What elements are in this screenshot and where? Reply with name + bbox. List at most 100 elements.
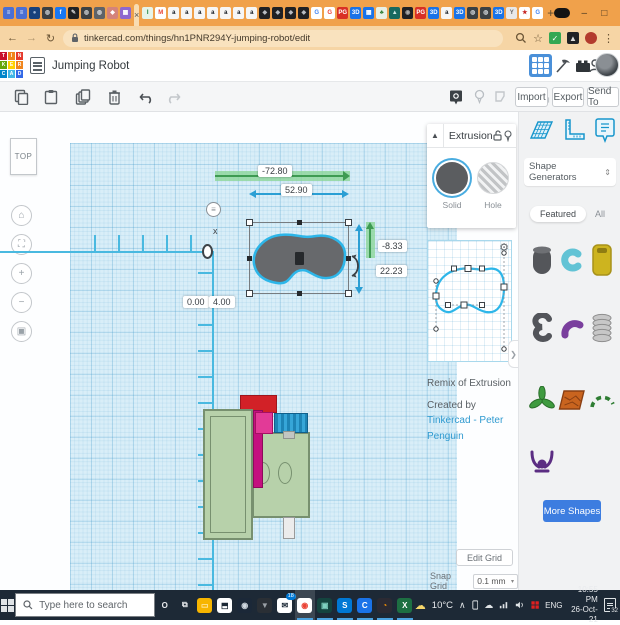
new-tab-button[interactable]: + bbox=[547, 5, 554, 21]
browser-tab[interactable]: ▦ bbox=[120, 7, 131, 19]
taskbar-app-icon[interactable]: O bbox=[155, 590, 175, 620]
home-view-button[interactable]: ⌂ bbox=[11, 205, 32, 226]
taskbar-app-icon[interactable]: ⬒ bbox=[215, 590, 235, 620]
temperature[interactable]: 10°C bbox=[432, 600, 453, 611]
shape-c-tube[interactable] bbox=[557, 240, 587, 280]
browser-tab[interactable]: ♣ bbox=[376, 7, 387, 19]
robot-knob-pink[interactable] bbox=[255, 412, 273, 434]
browser-tab[interactable]: G bbox=[311, 7, 322, 19]
browser-tab[interactable]: ≡ bbox=[3, 7, 14, 19]
browser-tab[interactable]: a bbox=[194, 7, 205, 19]
dimension-value-h-blue[interactable]: 52.90 bbox=[281, 184, 312, 196]
tab-featured[interactable]: Featured bbox=[530, 206, 586, 222]
zoom-out-button[interactable]: − bbox=[11, 292, 32, 313]
robot-connector[interactable] bbox=[283, 431, 295, 439]
browser-tab[interactable]: ◆ bbox=[259, 7, 270, 19]
minimize-button[interactable]: – bbox=[578, 8, 590, 19]
taskbar-app-icon[interactable]: ◉ bbox=[235, 590, 255, 620]
taskbar-app-icon[interactable]: ◔ bbox=[375, 590, 395, 620]
taskbar-app-icon[interactable]: C bbox=[355, 590, 375, 620]
scale-handle-edge[interactable] bbox=[297, 291, 302, 296]
taskbar-search[interactable]: Type here to search bbox=[15, 593, 155, 617]
workplane-tool-icon[interactable] bbox=[526, 115, 556, 145]
browser-tab[interactable]: PG bbox=[337, 7, 348, 19]
robot-gear-blue[interactable] bbox=[274, 413, 308, 433]
scale-handle-corner[interactable] bbox=[246, 290, 253, 297]
browser-tab[interactable]: ◍ bbox=[94, 7, 105, 19]
phone-icon[interactable] bbox=[472, 599, 479, 611]
shape-terrain-tile[interactable] bbox=[557, 380, 587, 420]
edit-grid-button[interactable]: Edit Grid bbox=[456, 549, 513, 566]
shape-dashed-arc[interactable] bbox=[587, 380, 617, 420]
dimension-value-h-green[interactable]: -72.80 bbox=[258, 165, 292, 177]
ruler-tool-icon[interactable] bbox=[558, 115, 588, 145]
view-cube[interactable]: TOP bbox=[10, 138, 37, 175]
hide-bulb-icon[interactable] bbox=[504, 130, 516, 142]
scale-handle-corner[interactable] bbox=[345, 219, 352, 226]
user-avatar[interactable] bbox=[595, 53, 619, 77]
scale-handle-corner[interactable] bbox=[345, 290, 352, 297]
blocks-pickaxe-icon[interactable] bbox=[552, 54, 574, 77]
tab-all[interactable]: All bbox=[590, 206, 610, 222]
scale-handle-edge[interactable] bbox=[247, 256, 252, 261]
browser-tab[interactable]: ● bbox=[29, 7, 40, 19]
shape-spring-stack[interactable] bbox=[587, 308, 617, 348]
browser-tab[interactable]: 3D bbox=[350, 7, 361, 19]
browser-tab[interactable]: ≡ bbox=[16, 7, 27, 19]
browser-tab[interactable]: PG bbox=[415, 7, 426, 19]
browser-tab[interactable]: Y bbox=[506, 7, 517, 19]
shape-extrusion-cylinder[interactable] bbox=[527, 240, 557, 280]
taskbar-app-icon[interactable]: ⧉ bbox=[175, 590, 195, 620]
shape-double-coil[interactable] bbox=[527, 308, 557, 348]
browser-tab[interactable]: G bbox=[532, 7, 543, 19]
hole-swatch[interactable] bbox=[477, 162, 509, 194]
show-all-bulb-icon[interactable] bbox=[470, 88, 488, 106]
scale-handle-edge[interactable] bbox=[297, 220, 302, 225]
profile-avatar-icon[interactable] bbox=[585, 32, 597, 44]
duplicate-icon[interactable] bbox=[74, 88, 92, 106]
language-indicator[interactable]: ENG bbox=[545, 601, 562, 610]
ruler-menu-icon[interactable]: ≡ bbox=[206, 202, 221, 217]
browser-tab[interactable]: ◆ bbox=[107, 7, 118, 19]
export-button[interactable]: Export bbox=[552, 87, 584, 107]
reload-icon[interactable]: ↻ bbox=[44, 32, 57, 45]
undo-icon[interactable] bbox=[138, 88, 156, 106]
zoom-icon[interactable] bbox=[515, 32, 527, 44]
selected-shape-bounds[interactable] bbox=[249, 222, 349, 294]
taskbar-app-icon[interactable]: ▼ bbox=[255, 590, 275, 620]
lock-open-icon[interactable] bbox=[493, 130, 505, 141]
browser-tab[interactable]: a bbox=[233, 7, 244, 19]
snap-grid-dropdown[interactable]: 0.1 mm▾ bbox=[473, 574, 518, 589]
extension-green-icon[interactable]: ✓ bbox=[549, 32, 561, 44]
menu-dots-icon[interactable]: ⋮ bbox=[603, 32, 614, 45]
browser-tab[interactable]: f bbox=[55, 7, 66, 19]
design-title[interactable]: Jumping Robot bbox=[52, 60, 129, 72]
move-handle[interactable] bbox=[295, 252, 304, 265]
notes-pin-icon[interactable] bbox=[447, 88, 465, 106]
sidebar-collapse-handle[interactable]: ❯ bbox=[508, 340, 518, 368]
perspective-toggle-button[interactable]: ▣ bbox=[11, 321, 32, 342]
speaker-icon[interactable] bbox=[515, 600, 525, 610]
browser-tab[interactable]: ◍ bbox=[467, 7, 478, 19]
design-canvas[interactable]: TOP ⌂ ⛶ + − ▣ ≡ x 0.00 4.00 -72.80 52.90… bbox=[0, 112, 518, 590]
curve-settings-gear-icon[interactable]: ⚙ bbox=[499, 241, 509, 254]
action-center-icon[interactable]: 32 bbox=[604, 598, 616, 612]
robot-peg-white[interactable] bbox=[283, 517, 295, 539]
solid-swatch[interactable] bbox=[436, 162, 468, 194]
tab-close-icon[interactable]: × bbox=[134, 10, 139, 20]
browser-tab[interactable]: ▲ bbox=[389, 7, 400, 19]
browser-tab[interactable]: ◆ bbox=[298, 7, 309, 19]
browser-tab[interactable]: I bbox=[142, 7, 153, 19]
more-shapes-button[interactable]: More Shapes bbox=[543, 500, 601, 522]
browser-tab[interactable]: a bbox=[207, 7, 218, 19]
taskbar-app-icon[interactable]: S bbox=[335, 590, 355, 620]
zoom-in-button[interactable]: + bbox=[11, 263, 32, 284]
dimension-value-v-green[interactable]: -8.33 bbox=[378, 240, 407, 252]
browser-tab[interactable]: ▦ bbox=[363, 7, 374, 19]
curve-editor-graph[interactable] bbox=[428, 241, 511, 361]
shape-curved-tube[interactable] bbox=[557, 308, 587, 348]
browser-tab[interactable]: ◍ bbox=[42, 7, 53, 19]
browser-tab[interactable]: 3D bbox=[454, 7, 465, 19]
robot-frame[interactable] bbox=[203, 409, 253, 540]
taskbar-app-icon[interactable]: ▭ bbox=[195, 590, 215, 620]
